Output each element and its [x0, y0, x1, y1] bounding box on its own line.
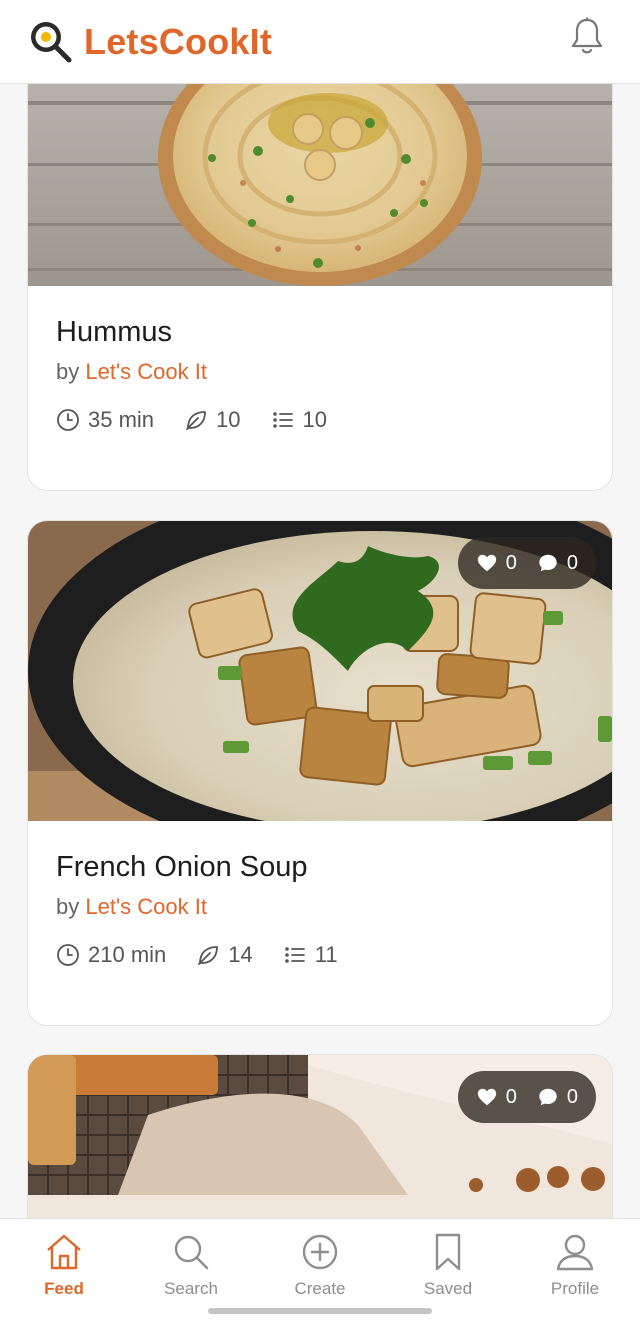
nav-label-profile: Profile: [550, 1279, 600, 1298]
nav-item-search[interactable]: Search: [141, 1231, 241, 1299]
heart-icon: [477, 554, 496, 572]
home-icon: [47, 1234, 81, 1270]
bell-icon[interactable]: [570, 16, 604, 56]
ingredient-count-value: 10: [216, 407, 241, 432]
nav-label-feed: Feed: [44, 1279, 84, 1298]
comment-count[interactable]: 0: [537, 552, 578, 575]
ingredient-count-value: 14: [228, 942, 253, 967]
nav-item-create[interactable]: Create: [270, 1231, 370, 1299]
list-icon: [284, 947, 305, 963]
recipe-meta: 35 min 10 10: [56, 407, 584, 433]
author-prefix: by: [56, 359, 86, 384]
engagement-badge: 0 0: [457, 537, 596, 589]
comment-icon: [539, 554, 557, 572]
nav-label-search: Search: [164, 1279, 218, 1298]
clock-icon: [57, 409, 79, 431]
step-count-value: 11: [314, 942, 338, 967]
recipe-image[interactable]: [28, 84, 612, 286]
nav-item-feed[interactable]: Feed: [14, 1231, 114, 1299]
recipe-card[interactable]: 0 0 French Onion Soup by Let's Cook It 2…: [27, 520, 613, 1026]
clock-icon: [57, 944, 79, 966]
nav-label-saved: Saved: [423, 1279, 473, 1298]
step-count: 11: [283, 942, 338, 968]
cook-time: 35 min: [56, 407, 154, 433]
home-indicator[interactable]: [208, 1308, 432, 1314]
search-icon: [174, 1235, 209, 1270]
like-count-value: 0: [505, 551, 517, 574]
recipe-author-line: by Let's Cook It: [56, 894, 584, 920]
frying-pan-egg-icon: [28, 19, 74, 65]
recipe-feed[interactable]: Hummus by Let's Cook It 35 min 10 10 0 0…: [0, 84, 640, 1218]
nav-label-create: Create: [294, 1279, 346, 1298]
step-count: 10: [271, 407, 327, 433]
recipe-author-line: by Let's Cook It: [56, 359, 584, 385]
app-header: LetsCookIt: [0, 0, 640, 84]
ingredient-count: 10: [184, 407, 241, 433]
nav-item-saved[interactable]: Saved: [398, 1231, 498, 1299]
author-link[interactable]: Let's Cook It: [85, 359, 207, 384]
bookmark-icon: [435, 1233, 461, 1271]
recipe-card[interactable]: 0 0: [27, 1054, 613, 1218]
recipe-title[interactable]: Hummus: [56, 316, 584, 349]
cook-time-value: 210 min: [88, 942, 167, 967]
comment-count-value: 0: [566, 551, 578, 574]
author-link[interactable]: Let's Cook It: [85, 894, 207, 919]
list-icon: [272, 412, 293, 428]
like-count[interactable]: 0: [476, 1086, 517, 1109]
leaf-icon: [186, 411, 206, 430]
user-icon: [556, 1234, 594, 1271]
recipe-image[interactable]: 0 0: [28, 521, 612, 821]
recipe-card-body: Hummus by Let's Cook It 35 min 10 10: [28, 286, 612, 433]
cook-time: 210 min: [56, 942, 166, 968]
recipe-meta: 210 min 14 11: [56, 942, 584, 968]
heart-icon: [477, 1088, 496, 1106]
engagement-badge: 0 0: [457, 1071, 596, 1123]
recipe-title[interactable]: French Onion Soup: [56, 851, 584, 884]
plus-circle-icon: [302, 1234, 338, 1270]
comment-count[interactable]: 0: [537, 1086, 578, 1109]
brand-title: LetsCookIt: [84, 20, 273, 62]
comment-count-value: 0: [566, 1085, 578, 1108]
recipe-card-body: French Onion Soup by Let's Cook It 210 m…: [28, 821, 612, 968]
recipe-card[interactable]: Hummus by Let's Cook It 35 min 10 10: [27, 84, 613, 491]
author-prefix: by: [56, 894, 86, 919]
recipe-image[interactable]: 0 0: [28, 1055, 612, 1218]
step-count-value: 10: [302, 407, 328, 432]
ingredient-count: 14: [196, 942, 253, 968]
nav-item-profile[interactable]: Profile: [525, 1231, 625, 1299]
leaf-icon: [198, 946, 219, 965]
comment-icon: [539, 1088, 557, 1106]
like-count[interactable]: 0: [476, 552, 517, 575]
app: LetsCookIt Hummus by Let's Cook It 35 mi…: [0, 0, 640, 1325]
cook-time-value: 35 min: [88, 407, 155, 432]
like-count-value: 0: [505, 1085, 517, 1108]
